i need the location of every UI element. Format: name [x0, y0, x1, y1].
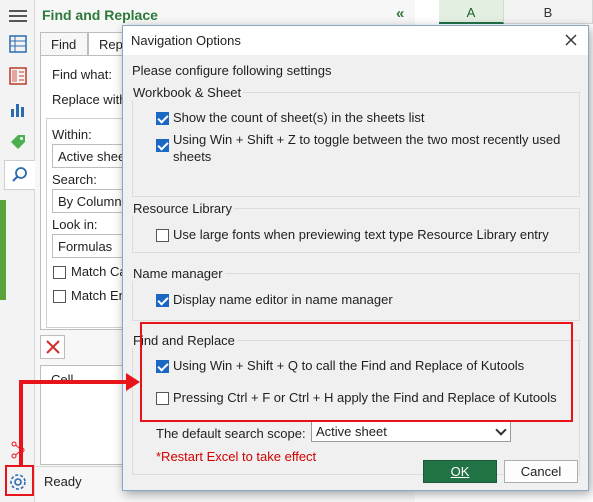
group-resource-library: Resource Library Use large fonts when pr… [131, 201, 580, 253]
within-label: Within: [52, 127, 92, 142]
search-icon[interactable] [4, 160, 35, 190]
search-select[interactable]: By Columns [52, 189, 132, 213]
nodes-icon [6, 438, 30, 462]
dialog-titlebar[interactable]: Navigation Options [123, 26, 588, 55]
group-name-manager: Name manager Display name editor in name… [131, 266, 580, 321]
display-editor-checkbox[interactable] [156, 294, 169, 307]
scope-select[interactable]: Active sheet [311, 420, 511, 442]
chevron-down-icon [495, 424, 507, 436]
column-header-a-selected[interactable]: A [439, 0, 504, 24]
pane-resize-handle[interactable] [0, 200, 6, 300]
annotation-line-vertical [19, 380, 23, 466]
dialog-title: Navigation Options [131, 33, 241, 48]
annotation-gear-box [5, 465, 34, 496]
show-count-checkbox[interactable] [156, 112, 169, 125]
pane-title: Find and Replace [42, 7, 158, 23]
replace-with-label: Replace with: [52, 92, 131, 107]
dialog-intro: Please configure following settings [132, 63, 332, 78]
column-header-b[interactable]: B [504, 0, 593, 24]
tab-find[interactable]: Find [40, 32, 88, 56]
look-in-label: Look in: [52, 217, 98, 232]
group-workbook-sheet: Workbook & Sheet Show the count of sheet… [131, 85, 580, 197]
clear-x-icon [45, 340, 60, 354]
annotation-arrow-icon [126, 373, 140, 391]
dialog-body: Please configure following settings Work… [123, 55, 588, 490]
ok-button[interactable]: OK [423, 460, 497, 483]
workbook-icon[interactable] [6, 64, 30, 88]
display-editor-label: Display name editor in name manager [173, 292, 393, 307]
annotation-line-horizontal [19, 380, 127, 384]
clear-button[interactable] [40, 335, 65, 359]
group-title-name-manager: Name manager [131, 266, 225, 281]
toggle-sheets-checkbox[interactable] [156, 139, 169, 152]
large-fonts-checkbox[interactable] [156, 229, 169, 242]
annotation-highlight-box [140, 322, 573, 422]
large-fonts-label: Use large fonts when previewing text typ… [173, 227, 549, 242]
scope-select-value: Active sheet [316, 424, 387, 439]
sheet-list-icon[interactable] [6, 32, 30, 56]
toggle-sheets-label: Using Win + Shift + Z to toggle between … [173, 132, 561, 164]
group-title-workbook: Workbook & Sheet [131, 85, 244, 100]
left-toolbar [0, 0, 35, 502]
cancel-button[interactable]: Cancel [504, 460, 578, 483]
close-icon[interactable] [559, 28, 583, 52]
ok-button-label: OK [450, 464, 470, 479]
look-in-select[interactable]: Formulas [52, 234, 132, 258]
find-what-label: Find what: [52, 67, 112, 82]
scope-label: The default search scope: [156, 426, 306, 441]
tag-icon[interactable] [6, 130, 30, 154]
menu-icon[interactable] [6, 4, 30, 28]
search-label: Search: [52, 172, 97, 187]
match-entire-checkbox[interactable] [53, 290, 66, 303]
collapse-pane-icon[interactable]: « [396, 5, 404, 22]
status-text: Ready [44, 474, 82, 489]
within-select[interactable]: Active sheet [52, 144, 132, 168]
group-title-resource: Resource Library [131, 201, 234, 216]
match-case-checkbox[interactable] [53, 266, 66, 279]
chart-icon[interactable] [6, 97, 30, 121]
restart-note: *Restart Excel to take effect [156, 449, 317, 464]
show-count-label: Show the count of sheet(s) in the sheets… [173, 110, 425, 125]
